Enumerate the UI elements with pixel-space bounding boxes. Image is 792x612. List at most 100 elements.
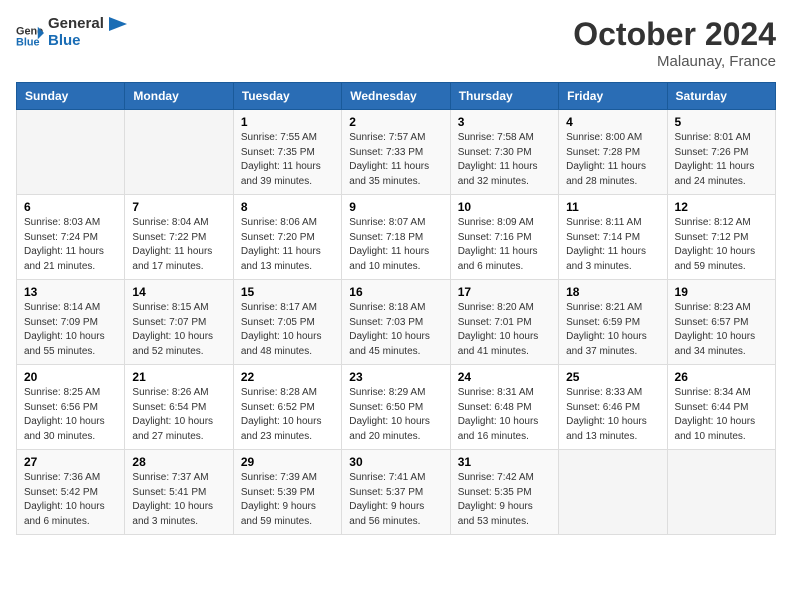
location-label: Malaunay, France	[573, 53, 776, 70]
calendar-cell: 2Sunrise: 7:57 AMSunset: 7:33 PMDaylight…	[342, 110, 450, 195]
calendar-cell: 10 Sunrise: 8:09 AMSunset: 7:16 PMDayligh…	[450, 195, 558, 280]
calendar-cell: 19 Sunrise: 8:23 AMSunset: 6:57 PMDayligh…	[667, 280, 775, 365]
day-number: 29	[241, 455, 334, 469]
calendar-cell: 1 Sunrise: 7:55 AMSunset: 7:35 PMDaylight…	[233, 110, 341, 195]
day-number: 26	[675, 370, 768, 384]
day-info: Sunrise: 8:09 AMSunset: 7:16 PMDaylight:…	[458, 216, 551, 274]
day-info: Sunrise: 8:34 AMSunset: 6:44 PMDaylight:…	[675, 386, 768, 444]
calendar-cell: 8Sunrise: 8:06 AMSunset: 7:20 PMDaylight…	[233, 195, 341, 280]
day-info: Sunrise: 7:39 AMSunset: 5:39 PMDaylight:…	[241, 471, 334, 529]
day-info: Sunrise: 8:14 AMSunset: 7:09 PMDaylight:…	[24, 301, 117, 359]
day-info: Sunrise: 8:33 AMSunset: 6:46 PMDaylight:…	[566, 386, 659, 444]
logo-blue-text: Blue	[48, 33, 128, 50]
logo: General Blue General Blue	[16, 16, 128, 49]
calendar-cell: 6Sunrise: 8:03 AMSunset: 7:24 PMDaylight…	[17, 195, 125, 280]
day-info: Sunrise: 8:11 AMSunset: 7:14 PMDaylight:…	[566, 216, 659, 274]
calendar-cell: 21Sunrise: 8:26 AMSunset: 6:54 PMDayligh…	[125, 365, 233, 450]
day-info: Sunrise: 8:03 AMSunset: 7:24 PMDaylight:…	[24, 216, 117, 274]
day-number: 14	[132, 285, 225, 299]
day-info: Sunrise: 8:15 AMSunset: 7:07 PMDaylight:…	[132, 301, 225, 359]
day-info: Sunrise: 7:55 AMSunset: 7:35 PMDaylight:…	[241, 131, 334, 189]
day-number: 30	[349, 455, 442, 469]
day-info: Sunrise: 8:18 AMSunset: 7:03 PMDaylight:…	[349, 301, 442, 359]
day-info: Sunrise: 7:58 AMSunset: 7:30 PMDaylight:…	[458, 131, 551, 189]
calendar-cell: 25 Sunrise: 8:33 AMSunset: 6:46 PMDayligh…	[559, 365, 667, 450]
page-header: General Blue General Blue October 2024 M…	[16, 16, 776, 70]
calendar-cell: 3 Sunrise: 7:58 AMSunset: 7:30 PMDaylight…	[450, 110, 558, 195]
calendar-cell: 23Sunrise: 8:29 AMSunset: 6:50 PMDayligh…	[342, 365, 450, 450]
day-number: 7	[132, 200, 225, 214]
day-info: Sunrise: 8:07 AMSunset: 7:18 PMDaylight:…	[349, 216, 442, 274]
calendar-cell: 22 Sunrise: 8:28 AMSunset: 6:52 PMDayligh…	[233, 365, 341, 450]
calendar-cell: 18Sunrise: 8:21 AMSunset: 6:59 PMDayligh…	[559, 280, 667, 365]
day-info: Sunrise: 7:57 AMSunset: 7:33 PMDaylight:…	[349, 131, 442, 189]
weekday-header-thursday: Thursday	[450, 83, 558, 110]
day-number: 10	[458, 200, 551, 214]
week-row-5: 27 Sunrise: 7:36 AMSunset: 5:42 PMDayligh…	[17, 450, 776, 535]
calendar-cell: 5Sunrise: 8:01 AMSunset: 7:26 PMDaylight…	[667, 110, 775, 195]
day-number: 4	[566, 115, 659, 129]
calendar-cell: 17Sunrise: 8:20 AMSunset: 7:01 PMDayligh…	[450, 280, 558, 365]
weekday-header-row: SundayMondayTuesdayWednesdayThursdayFrid…	[17, 83, 776, 110]
month-title: October 2024	[573, 16, 776, 53]
calendar-table: SundayMondayTuesdayWednesdayThursdayFrid…	[16, 82, 776, 535]
calendar-cell	[17, 110, 125, 195]
day-info: Sunrise: 8:26 AMSunset: 6:54 PMDaylight:…	[132, 386, 225, 444]
calendar-cell	[667, 450, 775, 535]
day-number: 15	[241, 285, 334, 299]
day-info: Sunrise: 8:23 AMSunset: 6:57 PMDaylight:…	[675, 301, 768, 359]
day-number: 11	[566, 200, 659, 214]
calendar-cell: 7Sunrise: 8:04 AMSunset: 7:22 PMDaylight…	[125, 195, 233, 280]
week-row-4: 20 Sunrise: 8:25 AMSunset: 6:56 PMDayligh…	[17, 365, 776, 450]
calendar-cell	[559, 450, 667, 535]
day-info: Sunrise: 7:37 AMSunset: 5:41 PMDaylight:…	[132, 471, 225, 529]
day-number: 8	[241, 200, 334, 214]
calendar-cell: 13 Sunrise: 8:14 AMSunset: 7:09 PMDayligh…	[17, 280, 125, 365]
day-info: Sunrise: 8:17 AMSunset: 7:05 PMDaylight:…	[241, 301, 334, 359]
day-number: 20	[24, 370, 117, 384]
weekday-header-sunday: Sunday	[17, 83, 125, 110]
day-info: Sunrise: 8:20 AMSunset: 7:01 PMDaylight:…	[458, 301, 551, 359]
weekday-header-tuesday: Tuesday	[233, 83, 341, 110]
calendar-cell: 30 Sunrise: 7:41 AMSunset: 5:37 PMDayligh…	[342, 450, 450, 535]
day-info: Sunrise: 8:31 AMSunset: 6:48 PMDaylight:…	[458, 386, 551, 444]
logo-icon: General Blue	[16, 19, 44, 47]
calendar-cell: 29 Sunrise: 7:39 AMSunset: 5:39 PMDayligh…	[233, 450, 341, 535]
logo-text: General	[48, 16, 128, 33]
day-info: Sunrise: 8:00 AMSunset: 7:28 PMDaylight:…	[566, 131, 659, 189]
day-number: 25	[566, 370, 659, 384]
day-info: Sunrise: 7:41 AMSunset: 5:37 PMDaylight:…	[349, 471, 442, 529]
day-number: 13	[24, 285, 117, 299]
day-number: 23	[349, 370, 442, 384]
week-row-2: 6Sunrise: 8:03 AMSunset: 7:24 PMDaylight…	[17, 195, 776, 280]
calendar-cell: 20 Sunrise: 8:25 AMSunset: 6:56 PMDayligh…	[17, 365, 125, 450]
calendar-cell: 31Sunrise: 7:42 AMSunset: 5:35 PMDayligh…	[450, 450, 558, 535]
calendar-cell: 15 Sunrise: 8:17 AMSunset: 7:05 PMDayligh…	[233, 280, 341, 365]
day-number: 28	[132, 455, 225, 469]
week-row-3: 13 Sunrise: 8:14 AMSunset: 7:09 PMDayligh…	[17, 280, 776, 365]
day-number: 27	[24, 455, 117, 469]
day-number: 1	[241, 115, 334, 129]
calendar-cell: 11 Sunrise: 8:11 AMSunset: 7:14 PMDayligh…	[559, 195, 667, 280]
day-number: 24	[458, 370, 551, 384]
title-block: October 2024 Malaunay, France	[573, 16, 776, 70]
day-number: 16	[349, 285, 442, 299]
day-number: 5	[675, 115, 768, 129]
calendar-cell: 26 Sunrise: 8:34 AMSunset: 6:44 PMDayligh…	[667, 365, 775, 450]
calendar-cell: 9Sunrise: 8:07 AMSunset: 7:18 PMDaylight…	[342, 195, 450, 280]
weekday-header-friday: Friday	[559, 83, 667, 110]
day-info: Sunrise: 8:25 AMSunset: 6:56 PMDaylight:…	[24, 386, 117, 444]
day-number: 22	[241, 370, 334, 384]
weekday-header-monday: Monday	[125, 83, 233, 110]
day-info: Sunrise: 7:42 AMSunset: 5:35 PMDaylight:…	[458, 471, 551, 529]
calendar-cell: 14 Sunrise: 8:15 AMSunset: 7:07 PMDayligh…	[125, 280, 233, 365]
week-row-1: 1 Sunrise: 7:55 AMSunset: 7:35 PMDaylight…	[17, 110, 776, 195]
day-info: Sunrise: 8:28 AMSunset: 6:52 PMDaylight:…	[241, 386, 334, 444]
calendar-cell: 24 Sunrise: 8:31 AMSunset: 6:48 PMDayligh…	[450, 365, 558, 450]
day-info: Sunrise: 7:36 AMSunset: 5:42 PMDaylight:…	[24, 471, 117, 529]
weekday-header-saturday: Saturday	[667, 83, 775, 110]
day-number: 19	[675, 285, 768, 299]
calendar-cell	[125, 110, 233, 195]
calendar-cell: 16 Sunrise: 8:18 AMSunset: 7:03 PMDayligh…	[342, 280, 450, 365]
day-number: 3	[458, 115, 551, 129]
